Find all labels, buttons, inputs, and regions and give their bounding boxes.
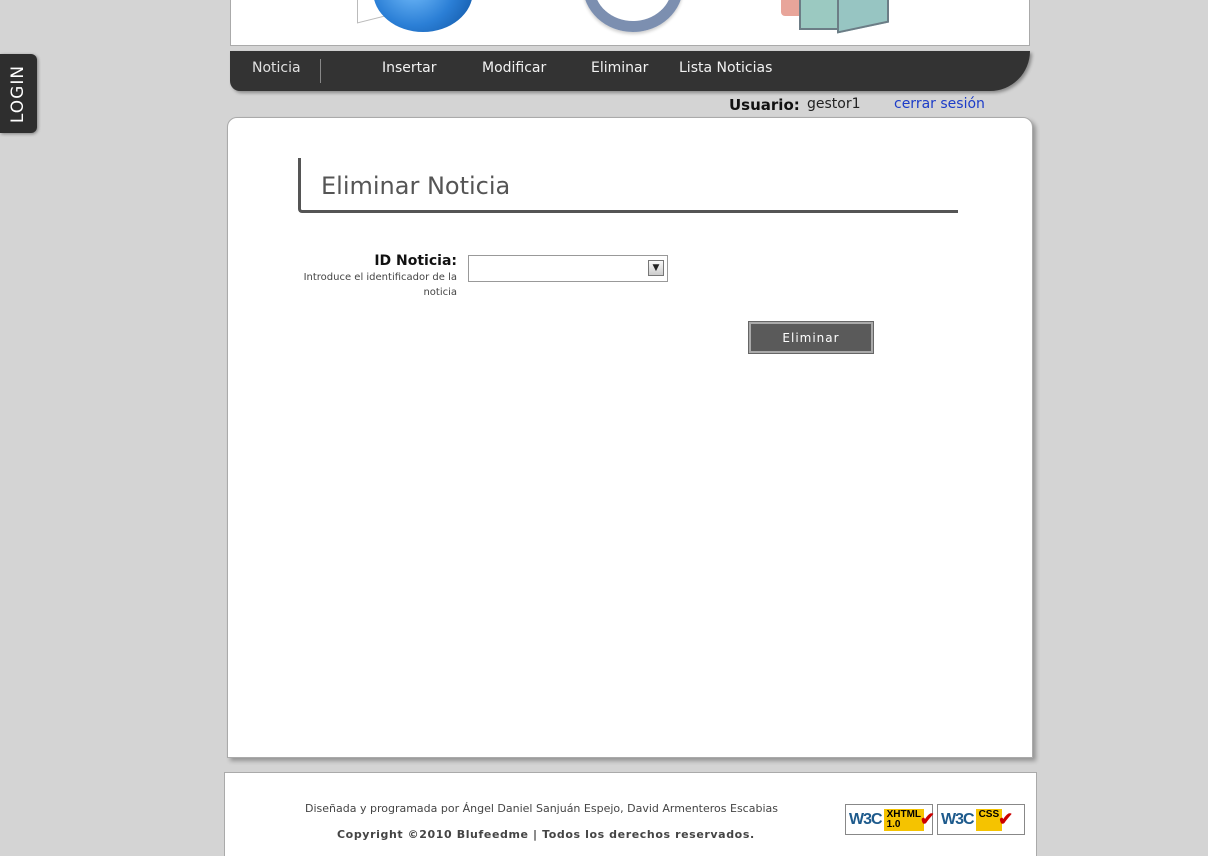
footer: Diseñada y programada por Ángel Daniel S… [224, 772, 1037, 856]
id-noticia-label-group: ID Noticia: Introduce el identificador d… [287, 253, 457, 300]
nav-item-eliminar[interactable]: Eliminar [591, 60, 648, 76]
nav-item-modificar[interactable]: Modificar [482, 60, 546, 76]
globe-icon [373, 0, 473, 32]
footer-credits: Diseñada y programada por Ángel Daniel S… [305, 802, 778, 815]
check-icon: ✔ [998, 809, 1014, 829]
nav-item-insertar[interactable]: Insertar [382, 60, 437, 76]
page-title: Eliminar Noticia [321, 172, 511, 200]
page-title-box: Eliminar Noticia [298, 158, 958, 213]
w3c-xhtml-badge[interactable]: W3C XHTML 1.0 ✔ [845, 804, 935, 835]
logout-link[interactable]: cerrar sesión [894, 96, 985, 112]
user-label: Usuario: [729, 96, 800, 114]
w3c-logo-text: W3C [849, 810, 883, 828]
id-noticia-select[interactable]: ▼ [468, 255, 668, 282]
check-icon: ✔ [919, 809, 935, 829]
books-icon [781, 0, 911, 34]
w3c-logo-text: W3C [941, 810, 975, 828]
user-name: gestor1 [807, 96, 861, 112]
login-tab-label: LOGIN [8, 64, 29, 123]
ring-icon [583, 0, 683, 32]
nav-section-noticia: Noticia [252, 60, 301, 76]
nav-divider [320, 59, 321, 83]
chevron-down-icon[interactable]: ▼ [648, 260, 664, 276]
header-banner [230, 0, 1030, 46]
main-panel: Eliminar Noticia ID Noticia: Introduce e… [227, 117, 1033, 758]
nav-item-lista-noticias[interactable]: Lista Noticias [679, 60, 772, 76]
login-tab[interactable]: LOGIN [0, 54, 37, 133]
id-noticia-label: ID Noticia: [374, 253, 457, 269]
footer-copyright: Copyright ©2010 Blufeedme | Todos los de… [337, 828, 755, 841]
main-nav: Noticia Insertar Modificar Eliminar List… [230, 51, 1030, 91]
w3c-css-badge[interactable]: W3C CSS ✔ [937, 804, 1025, 835]
xhtml-tag: XHTML 1.0 [883, 808, 924, 831]
eliminar-button[interactable]: Eliminar [748, 321, 874, 354]
id-noticia-hint: Introduce el identificador de la noticia [303, 272, 457, 298]
